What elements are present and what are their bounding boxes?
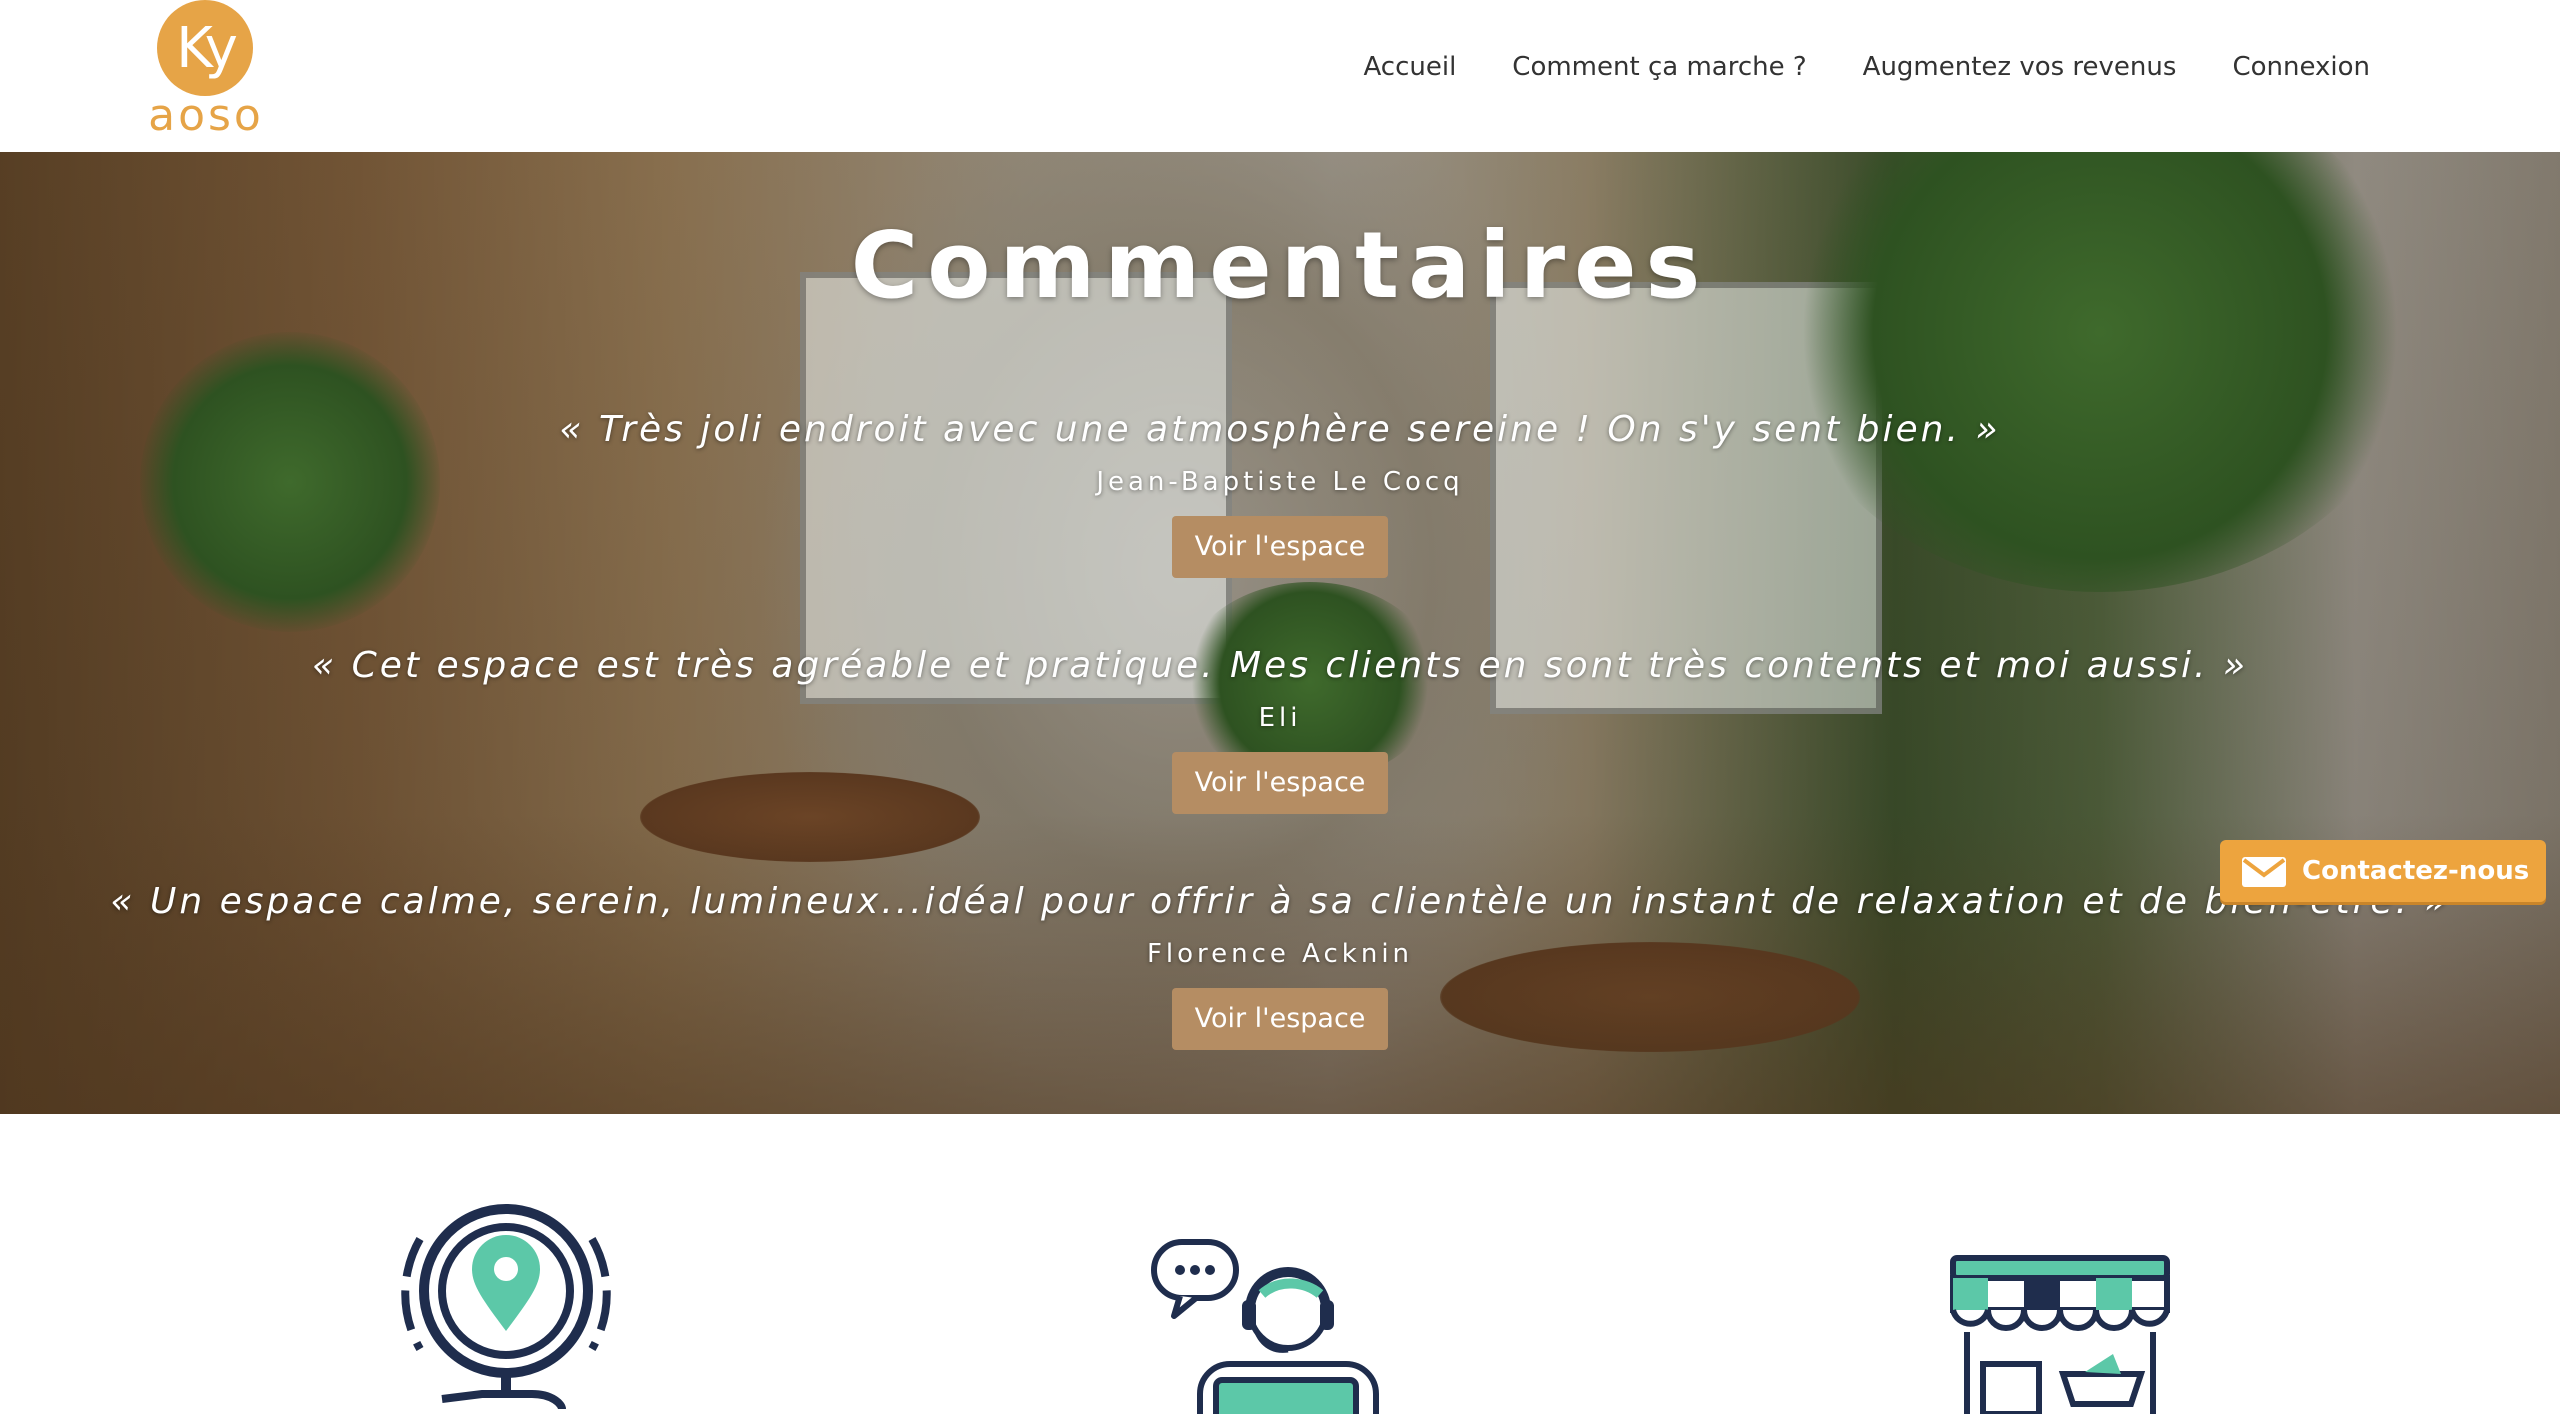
testimonial-item: « Un espace calme, serein, lumineux...id…	[0, 878, 2560, 1050]
nav-accueil[interactable]: Accueil	[1363, 52, 1456, 82]
testimonial-item: « Cet espace est très agréable et pratiq…	[0, 642, 2560, 814]
nav-comment-ca-marche[interactable]: Comment ça marche ?	[1512, 52, 1806, 82]
testimonial-quote: « Un espace calme, serein, lumineux...id…	[110, 881, 2450, 922]
features-section	[0, 1114, 2560, 1414]
testimonial-author: Florence Acknin	[1146, 939, 1414, 969]
voir-espace-button[interactable]: Voir l'espace	[1171, 516, 1389, 578]
testimonial-author: Eli	[1258, 703, 1302, 733]
hero-content: Commentaires « Très joli endroit avec un…	[0, 152, 2560, 1114]
testimonials-hero: Commentaires « Très joli endroit avec un…	[0, 152, 2560, 1114]
site-header: Ky aoso Accueil Comment ça marche ? Augm…	[0, 0, 2560, 152]
testimonial-quote: « Cet espace est très agréable et pratiq…	[311, 645, 2249, 686]
voir-espace-button[interactable]: Voir l'espace	[1171, 752, 1389, 814]
nav-connexion[interactable]: Connexion	[2232, 52, 2370, 82]
testimonial-item: « Très joli endroit avec une atmosphère …	[0, 406, 2560, 578]
page-title: Commentaires	[850, 212, 1710, 319]
support-agent-icon	[1151, 1239, 1379, 1414]
testimonial-author: Jean-Baptiste Le Cocq	[1096, 467, 1464, 497]
envelope-icon	[2242, 857, 2286, 887]
nav-augmentez-vos-revenus[interactable]: Augmentez vos revenus	[1863, 52, 2177, 82]
location-pin-icon	[401, 1204, 611, 1409]
voir-espace-button[interactable]: Voir l'espace	[1171, 988, 1389, 1050]
main-nav: Accueil Comment ça marche ? Augmentez vo…	[1363, 52, 2370, 82]
shop-storefront-icon	[1950, 1255, 2170, 1414]
logo-wordmark: aoso	[148, 90, 264, 141]
contact-us-label: Contactez-nous	[2302, 856, 2530, 886]
kyaoso-logo[interactable]: Ky aoso	[143, 0, 269, 140]
testimonial-quote: « Très joli endroit avec une atmosphère …	[559, 409, 2001, 450]
contact-us-button[interactable]: Contactez-nous	[2220, 840, 2546, 902]
logo-initials: Ky	[176, 16, 238, 81]
